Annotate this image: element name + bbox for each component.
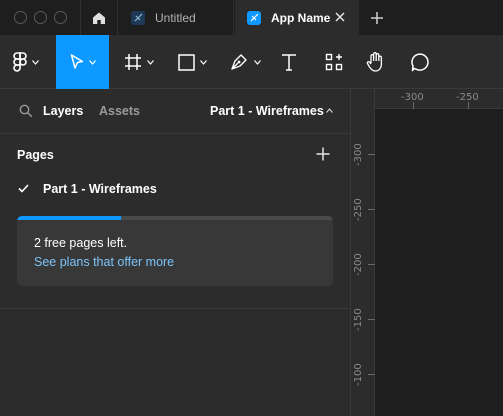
resources-button[interactable]	[317, 35, 351, 89]
ruler-tick-label: -250	[353, 198, 364, 221]
toolbar	[0, 35, 503, 89]
ruler-tick	[368, 374, 375, 375]
ruler-tick-label: -300	[353, 143, 364, 166]
add-page-icon[interactable]	[316, 147, 330, 161]
chevron-up-icon[interactable]	[326, 108, 333, 113]
tab-app-name[interactable]: App Name	[235, 0, 359, 35]
ruler-tick	[368, 319, 375, 320]
left-panel: Layers Assets Part 1 - Wireframes Pages …	[0, 89, 351, 416]
ruler-tick	[368, 264, 375, 265]
design-file-icon	[247, 10, 261, 25]
tab-label: Untitled	[155, 10, 196, 25]
pages-usage-bar	[17, 216, 333, 220]
chevron-down-icon	[32, 59, 39, 65]
rectangle-tool-icon	[177, 53, 195, 71]
close-tab-icon[interactable]	[333, 10, 347, 24]
free-pages-banner: 2 free pages left. See plans that offer …	[17, 216, 333, 286]
tab-label: App Name	[271, 10, 331, 25]
home-tab[interactable]	[80, 0, 118, 35]
canvas[interactable]: -300 -250 -300 -250 -200 -150 -100	[351, 89, 503, 416]
ruler-tick-label: -150	[353, 308, 364, 331]
hand-tool-icon	[366, 52, 383, 72]
ruler-tick-label: -100	[353, 363, 364, 386]
figma-window: Untitled App Name Layers Assets Part 1 -…	[0, 0, 503, 416]
ruler-tick	[368, 209, 375, 210]
close-window-button[interactable]	[14, 11, 27, 24]
panel-tabs: Layers Assets Part 1 - Wireframes	[0, 89, 350, 134]
zoom-window-button[interactable]	[54, 11, 67, 24]
comment-tool-icon	[411, 53, 429, 72]
minimize-window-button[interactable]	[34, 11, 47, 24]
comment-tool-button[interactable]	[403, 35, 437, 89]
new-tab-icon[interactable]	[369, 10, 385, 26]
chevron-down-icon	[147, 59, 154, 65]
rectangle-tool-button[interactable]	[170, 35, 214, 89]
title-bar: Untitled App Name	[0, 0, 503, 35]
design-file-icon	[131, 10, 145, 25]
chevron-down-icon	[199, 59, 207, 65]
tab-assets[interactable]: Assets	[99, 104, 140, 118]
resources-icon	[325, 53, 343, 71]
move-tool-icon	[70, 54, 83, 69]
see-plans-link[interactable]: See plans that offer more	[34, 255, 174, 269]
main-menu-button[interactable]	[4, 35, 48, 89]
ruler-tick-label: -200	[353, 253, 364, 276]
hand-tool-button[interactable]	[359, 35, 393, 89]
window-controls	[14, 11, 67, 24]
panel-divider	[0, 308, 350, 309]
tab-layers[interactable]: Layers	[43, 104, 83, 118]
home-icon	[93, 12, 105, 24]
frame-tool-button[interactable]	[117, 35, 161, 89]
figma-menu-icon	[13, 52, 27, 72]
tab-untitled[interactable]: Untitled	[119, 0, 234, 35]
text-tool-icon	[282, 54, 296, 71]
search-icon[interactable]	[19, 104, 33, 118]
ruler-tick	[368, 154, 375, 155]
chevron-down-icon	[254, 59, 261, 65]
free-pages-message: 2 free pages left.	[34, 236, 128, 250]
vertical-ruler: -300 -250 -200 -150 -100	[351, 109, 375, 416]
ruler-tick	[413, 102, 414, 109]
chevron-down-icon	[88, 59, 96, 65]
checkmark-icon	[18, 184, 29, 193]
frame-tool-icon	[125, 54, 141, 70]
move-tool-button[interactable]	[56, 35, 109, 89]
ruler-corner	[351, 89, 375, 109]
ruler-tick	[468, 102, 469, 109]
text-tool-button[interactable]	[272, 35, 306, 89]
pages-usage-fill	[17, 216, 122, 220]
pen-tool-icon	[231, 54, 247, 70]
pen-tool-button[interactable]	[222, 35, 268, 89]
pages-heading: Pages	[17, 148, 54, 162]
page-item-part-1-wireframes[interactable]: Part 1 - Wireframes	[43, 182, 157, 196]
page-switcher[interactable]: Part 1 - Wireframes	[210, 104, 324, 118]
